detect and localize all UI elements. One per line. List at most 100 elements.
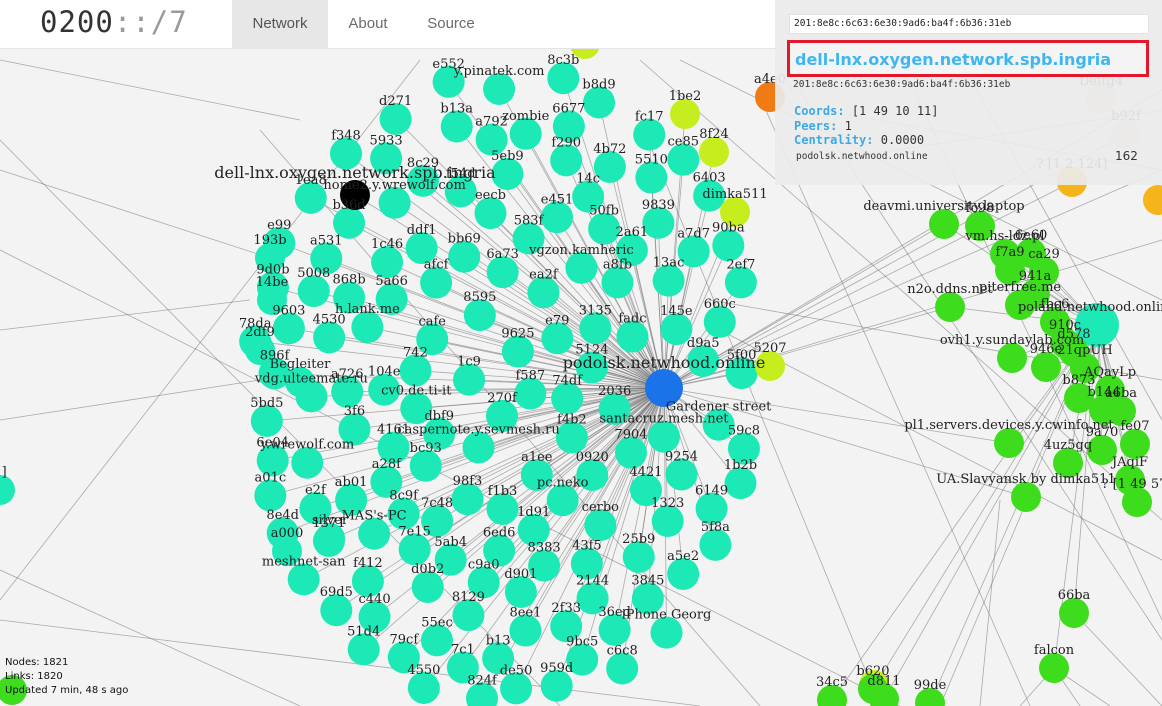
- tab-network[interactable]: Network: [232, 0, 328, 48]
- graph-edge: [0, 59, 301, 121]
- node-label: fc98: [966, 201, 995, 216]
- node-label: a8fb: [603, 257, 632, 272]
- node-label: e2f: [305, 483, 327, 498]
- node-label: 742: [403, 346, 428, 361]
- node-label: a000: [271, 526, 304, 541]
- node-label: 959d: [540, 661, 573, 676]
- node-label: 55ec: [421, 615, 453, 630]
- node-label: c6c8: [607, 643, 638, 658]
- node-label: 5eb9: [491, 149, 524, 164]
- node-label: 66ba: [1058, 588, 1091, 603]
- node-label: d0b2: [411, 562, 444, 577]
- node-label: 51d4: [347, 624, 380, 639]
- node-label: 5ab4: [434, 535, 467, 550]
- node-label: caspernote.y.sevmesh.ru: [397, 422, 559, 437]
- node-label: 7904: [614, 428, 647, 443]
- node-label: cerbo: [582, 500, 620, 515]
- node-label: 9625: [501, 327, 534, 342]
- node-label: b8d9: [582, 77, 615, 92]
- node-label: 583f: [514, 213, 545, 228]
- node-label: 9bc5: [566, 635, 598, 650]
- links-count: Links: 1820: [5, 671, 63, 682]
- node-label: a1ee: [521, 450, 553, 465]
- node-label: a726: [331, 367, 364, 382]
- node-label: 4b72: [593, 142, 626, 157]
- node-label: ab01: [335, 475, 368, 490]
- centrality-value: 0.0000: [880, 133, 925, 147]
- node-label: y.pinatek.com: [453, 64, 545, 79]
- node-label: UA.Slavyansk by dimka511: [936, 472, 1115, 487]
- node-label: Begleiter: [270, 357, 331, 372]
- node-label: 145e: [660, 304, 693, 319]
- node-label: 8c3b: [547, 53, 579, 68]
- node-label: 1be2: [669, 89, 702, 104]
- node-label: 5bd5: [250, 396, 283, 411]
- node-label: pc.neko: [537, 475, 589, 490]
- peer-number: 162: [1115, 149, 1138, 163]
- brand-logo[interactable]: 0200::/7: [40, 5, 188, 39]
- node-label: 6ed6: [483, 526, 516, 541]
- node-label: 98f3: [453, 474, 483, 489]
- node-label: 99de: [914, 678, 947, 693]
- node-label: vgzon.kamheric: [528, 243, 634, 258]
- node-label: 6a73: [486, 247, 519, 262]
- coords-row: Coords: [1 49 10 11]: [794, 104, 939, 118]
- node-label: 50fb: [589, 204, 619, 219]
- node-label: 21qpUH: [1057, 343, 1112, 358]
- node-label: a5e2: [667, 549, 699, 564]
- updated-time: Updated 7 min, 48 s ago: [5, 685, 129, 696]
- node-label: a7d7: [677, 226, 710, 241]
- node-label: 6e60: [1015, 228, 1048, 243]
- node-label: 8383: [528, 541, 561, 556]
- graph-node-periph[interactable]: [1143, 185, 1162, 215]
- node-label: 2a61: [616, 225, 649, 240]
- selected-node-name[interactable]: dell-lnx.oxygen.network.spb.ingria: [795, 50, 1111, 69]
- node-label: 2036: [598, 384, 631, 399]
- node-label: deavmi.university.laptop: [863, 199, 1024, 214]
- node-info-panel: dell-lnx.oxygen.network.spb.ingria 201:8…: [775, 0, 1162, 185]
- node-label: c9a0: [468, 557, 500, 572]
- node-label: f7a9: [995, 245, 1024, 260]
- node-label: de50: [500, 663, 533, 678]
- graph-edge: [1073, 612, 1162, 706]
- centrality-label: Centrality:: [794, 133, 874, 147]
- tab-about[interactable]: About: [334, 0, 402, 48]
- node-label: 1d91: [517, 505, 550, 520]
- node-label: f348: [331, 129, 361, 144]
- node-label: 14be: [256, 275, 289, 290]
- node-label: 59c8: [728, 424, 760, 439]
- node-label: 9839: [642, 198, 675, 213]
- node-label: fe07: [1120, 419, 1149, 434]
- node-label: 43f5: [572, 539, 602, 554]
- node-label: 5f8a: [701, 520, 730, 535]
- peers-value: 1: [844, 119, 852, 133]
- node-label: 6403: [693, 171, 726, 186]
- node-label: 6677: [552, 101, 585, 116]
- node-label: 25b9: [622, 532, 655, 547]
- node-label: 9a70: [1086, 425, 1119, 440]
- node-label: b36d: [332, 198, 365, 213]
- node-label: f412: [353, 556, 383, 571]
- node-label: 79cf: [390, 632, 420, 647]
- node-label: eecb: [475, 188, 506, 203]
- node-label: cafe: [418, 314, 446, 329]
- node-label: 2144: [576, 573, 609, 588]
- node-label: 6149: [695, 484, 728, 499]
- node-label: 9603: [272, 303, 305, 318]
- search-input[interactable]: [789, 14, 1149, 34]
- node-label: 1c9: [457, 355, 481, 370]
- node-label: a531: [310, 233, 343, 248]
- node-label: f587: [516, 369, 546, 384]
- tab-source[interactable]: Source: [414, 0, 488, 48]
- nodes-count: Nodes: 1821: [5, 657, 69, 668]
- node-label: 4161: [377, 423, 410, 438]
- node-label: 1]: [0, 465, 7, 480]
- hub-label: podolsk.netwhood.online: [563, 353, 766, 372]
- node-label: e451: [541, 192, 574, 207]
- node-label: a28f: [372, 457, 402, 472]
- node-label: d578: [1057, 327, 1090, 342]
- peer-link[interactable]: podolsk.netwhood.online: [796, 151, 928, 162]
- node-label: ce85: [668, 135, 700, 150]
- graph-edge: [0, 379, 261, 421]
- node-label: 8ee1: [509, 606, 541, 621]
